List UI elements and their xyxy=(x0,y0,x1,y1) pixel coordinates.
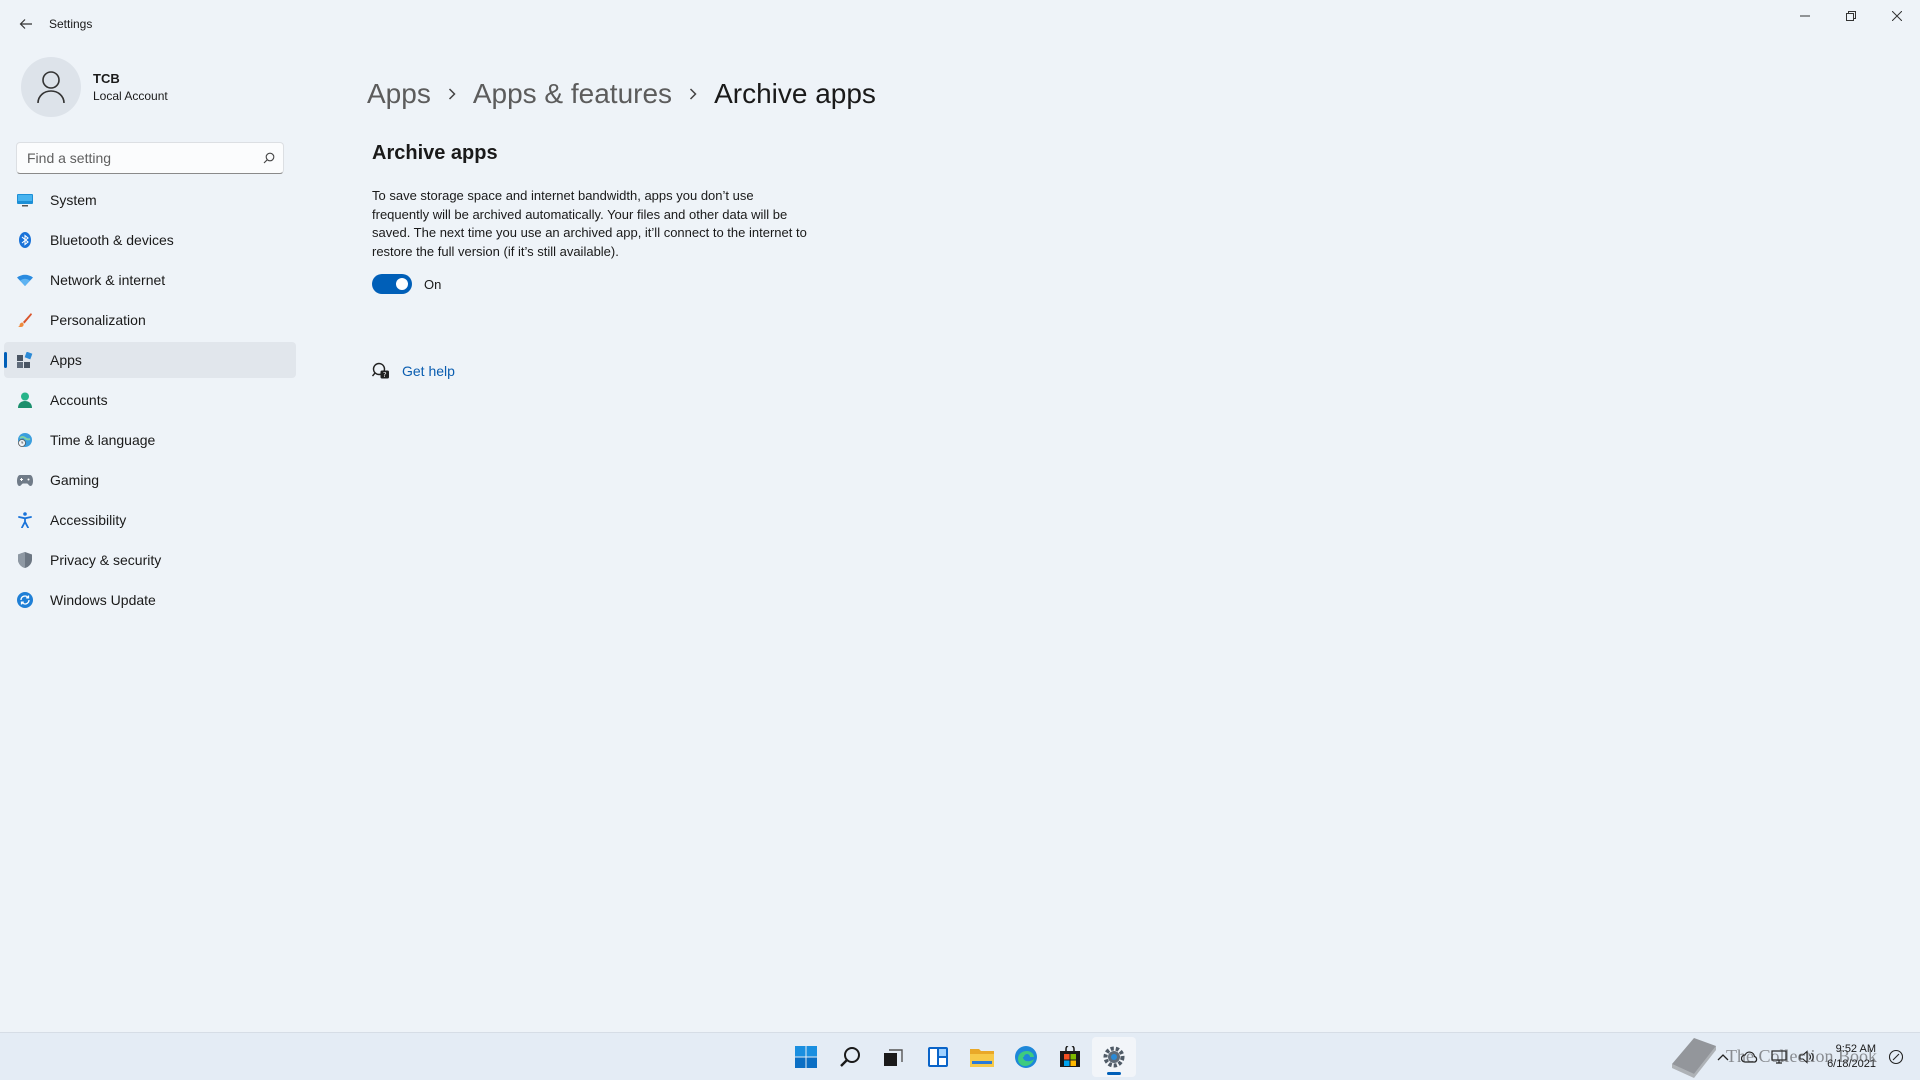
section-title: Archive apps xyxy=(372,142,498,164)
chevron-right-icon xyxy=(688,87,698,101)
widgets-icon[interactable] xyxy=(916,1037,960,1077)
search-icon[interactable] xyxy=(255,152,283,164)
svg-text:?: ? xyxy=(383,371,387,379)
search-input[interactable] xyxy=(17,150,255,166)
section-description: To save storage space and internet bandw… xyxy=(372,188,807,259)
close-button[interactable] xyxy=(1874,0,1920,32)
search-icon[interactable] xyxy=(828,1037,872,1077)
restore-button[interactable] xyxy=(1828,0,1874,32)
start-icon[interactable] xyxy=(784,1037,828,1077)
sidebar-item-accessibility[interactable]: Accessibility xyxy=(4,502,296,538)
sidebar-item-accounts[interactable]: Accounts xyxy=(4,382,296,418)
sidebar-item-network[interactable]: Network & internet xyxy=(4,262,296,298)
minimize-icon xyxy=(1800,15,1810,17)
settings-icon[interactable] xyxy=(1092,1037,1136,1077)
get-help-link[interactable]: Get help xyxy=(402,363,455,379)
apps-icon xyxy=(16,351,34,369)
update-icon xyxy=(16,591,34,609)
watermark: The Collection Book xyxy=(1668,1034,1877,1078)
toggle-knob xyxy=(396,278,408,290)
sidebar-item-label: Privacy & security xyxy=(50,552,162,568)
accessibility-icon xyxy=(16,511,34,529)
gamepad-icon xyxy=(16,471,34,489)
sidebar-item-label: Network & internet xyxy=(50,272,166,288)
sidebar-item-personalization[interactable]: Personalization xyxy=(4,302,296,338)
sidebar-item-windows-update[interactable]: Windows Update xyxy=(4,582,296,618)
breadcrumb: Apps Apps & features Archive apps xyxy=(367,78,876,110)
sidebar-item-gaming[interactable]: Gaming xyxy=(4,462,296,498)
chevron-right-icon xyxy=(447,87,457,101)
sidebar-item-privacy[interactable]: Privacy & security xyxy=(4,542,296,578)
sidebar-item-label: Accessibility xyxy=(50,512,127,528)
profile-account-type: Local Account xyxy=(93,89,168,103)
sidebar-item-label: Apps xyxy=(50,352,82,368)
app-title: Settings xyxy=(49,17,93,31)
wifi-icon xyxy=(16,271,34,289)
title-bar: Settings xyxy=(0,0,1920,48)
sidebar-item-label: Time & language xyxy=(50,432,156,448)
sidebar-nav: System Bluetooth & devices Network & int… xyxy=(4,182,296,622)
sidebar-item-system[interactable]: System xyxy=(4,182,296,218)
store-icon[interactable] xyxy=(1048,1037,1092,1077)
minimize-button[interactable] xyxy=(1782,0,1828,32)
toggle-state-label: On xyxy=(424,276,442,292)
breadcrumb-apps-features[interactable]: Apps & features xyxy=(473,78,672,110)
monitor-icon xyxy=(16,191,34,209)
taskbar-apps xyxy=(784,1037,1136,1077)
bluetooth-icon xyxy=(16,231,34,249)
restore-icon xyxy=(1846,11,1856,21)
avatar xyxy=(21,57,81,117)
help-chat-icon: ? xyxy=(372,362,389,379)
globe-clock-icon xyxy=(16,431,34,449)
watermark-text: The Collection Book xyxy=(1726,1045,1877,1066)
task-view-icon[interactable] xyxy=(872,1037,916,1077)
sidebar-item-apps[interactable]: Apps xyxy=(4,342,296,378)
window-controls xyxy=(1782,0,1920,32)
shield-icon xyxy=(16,551,34,569)
sidebar-item-bluetooth[interactable]: Bluetooth & devices xyxy=(4,222,296,258)
person-icon xyxy=(16,391,34,409)
back-arrow-icon xyxy=(19,19,32,29)
sidebar-item-label: Gaming xyxy=(50,472,100,488)
back-button[interactable] xyxy=(12,10,40,38)
person-icon xyxy=(37,71,65,104)
user-profile[interactable]: TCB Local Account xyxy=(21,57,168,117)
sidebar-item-label: Accounts xyxy=(50,392,108,408)
edge-icon[interactable] xyxy=(1004,1037,1048,1077)
search-box xyxy=(16,142,284,174)
page-title: Archive apps xyxy=(714,78,876,109)
book-logo-icon xyxy=(1672,1038,1716,1078)
archive-apps-toggle[interactable] xyxy=(372,274,412,294)
breadcrumb-apps[interactable]: Apps xyxy=(367,78,431,110)
sidebar-item-label: System xyxy=(50,192,97,208)
taskbar: 9:52 AM 6/18/2021 xyxy=(0,1032,1920,1080)
file-explorer-icon[interactable] xyxy=(960,1037,1004,1077)
get-help: ? Get help xyxy=(372,362,455,380)
sidebar-item-label: Windows Update xyxy=(50,592,156,608)
sidebar-item-time-language[interactable]: Time & language xyxy=(4,422,296,458)
brush-icon xyxy=(16,311,34,329)
sidebar-item-label: Personalization xyxy=(50,312,146,328)
close-icon xyxy=(1892,11,1902,21)
archive-toggle-row: On xyxy=(372,274,441,294)
sidebar-item-label: Bluetooth & devices xyxy=(50,232,174,248)
notification-icon[interactable] xyxy=(1888,1049,1904,1065)
profile-name: TCB xyxy=(93,71,120,86)
